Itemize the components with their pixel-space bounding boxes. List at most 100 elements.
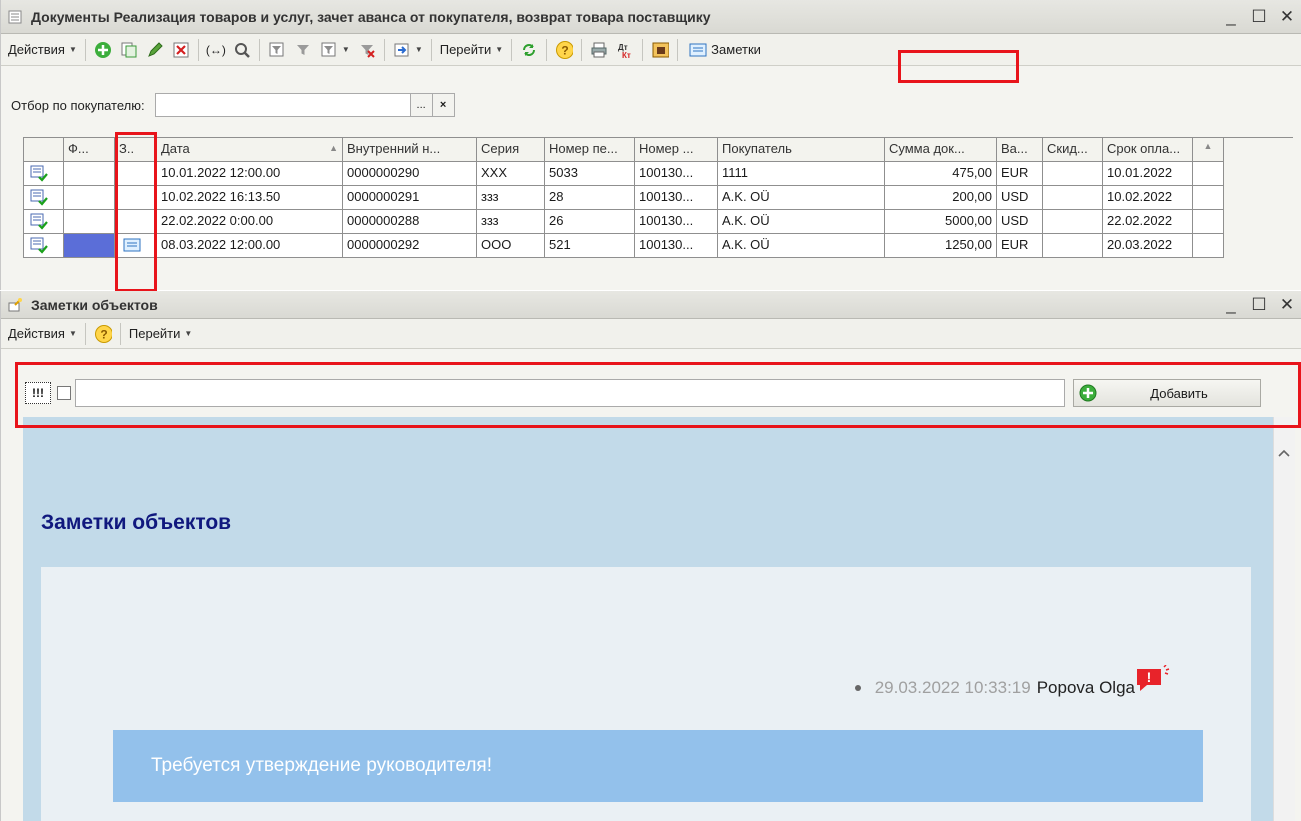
cell-disc (1043, 186, 1103, 210)
flag-cell[interactable] (64, 234, 115, 258)
cell-num1: 521 (545, 234, 635, 258)
buyer-filter: Отбор по покупателю: ... × (11, 92, 455, 118)
filter-value-icon[interactable] (265, 40, 289, 60)
column-header[interactable]: Внутренний н... (343, 138, 477, 162)
scrollbar-track[interactable] (1193, 186, 1224, 210)
column-header[interactable]: Дата ▲ (157, 138, 343, 162)
table-row[interactable]: 10.02.2022 16:13.50 0000000291 ззз 28 100130… (24, 186, 1293, 210)
scrollbar-track[interactable] (1193, 210, 1224, 234)
important-checkbox[interactable] (57, 386, 71, 400)
table-row[interactable]: 08.03.2022 12:00.00 0000000292 OOO 521 10013… (24, 234, 1293, 258)
note-cell[interactable] (115, 210, 157, 234)
flag-cell[interactable] (64, 186, 115, 210)
toolbar-separator (511, 38, 513, 61)
debit-credit-icon[interactable]: Дт Кт (613, 40, 637, 60)
buyer-filter-label: Отбор по покупателю: (11, 97, 145, 113)
note-text-input[interactable] (75, 379, 1065, 407)
structure-icon[interactable] (648, 40, 672, 60)
cell-num1: 28 (545, 186, 635, 210)
toolbar-separator (84, 38, 86, 61)
column-header[interactable]: Ва... (997, 138, 1043, 162)
toolbar-separator (383, 38, 385, 61)
clear-filter-icon[interactable] (355, 40, 379, 60)
documents-toolbar: Действия ▼ (↔) ▼ ▼ Перейти ▼ ? Дт Кт Заметк… (1, 34, 1301, 66)
notes-actions-menu[interactable]: Действия ▼ (5, 321, 80, 347)
column-header[interactable]: Покупатель (718, 138, 885, 162)
note-message: Требуется утверждение руководителя! (113, 730, 1203, 802)
minimize-icon[interactable]: _ (1223, 7, 1239, 27)
scrollbar-track[interactable] (1193, 234, 1224, 258)
print-icon[interactable] (587, 40, 611, 60)
documents-window-title: Документы Реализация товаров и услуг, за… (31, 8, 711, 25)
column-header[interactable]: Ф... (64, 138, 115, 162)
note-cell[interactable] (115, 186, 157, 210)
object-notes-window: Заметки объектов _ ☐ ✕ Действия ▼ ? Перей… (0, 291, 1301, 821)
toolbar-separator (197, 38, 199, 61)
close-icon[interactable]: ✕ (1279, 295, 1295, 315)
column-header[interactable]: Номер ... (635, 138, 718, 162)
cell-date: 10.01.2022 12:00.00 (157, 162, 343, 186)
table-row[interactable]: 22.02.2022 0:00.00 0000000288 ззз 26 100130.… (24, 210, 1293, 234)
scroll-up-icon[interactable]: ▲ (1193, 138, 1224, 162)
buyer-filter-select-button[interactable]: ... (410, 93, 433, 117)
cell-due: 22.02.2022 (1103, 210, 1193, 234)
note-icon (123, 238, 141, 252)
add-note-button[interactable]: Добавить (1073, 379, 1261, 407)
maximize-icon[interactable]: ☐ (1251, 7, 1267, 27)
scroll-up-icon[interactable] (1274, 443, 1294, 463)
search-icon[interactable] (230, 40, 254, 60)
cell-series: OOO (477, 234, 545, 258)
copy-icon[interactable] (117, 40, 141, 60)
edit-icon[interactable] (143, 40, 167, 60)
filter-settings-menu[interactable]: ▼ (317, 37, 353, 63)
cell-cur: USD (997, 186, 1043, 210)
notes-goto-menu-label: Перейти (128, 326, 181, 341)
flag-cell[interactable] (64, 210, 115, 234)
chevron-down-icon: ▼ (495, 45, 504, 54)
sort-ascending-icon: ▲ (329, 143, 338, 153)
buyer-filter-clear-button[interactable]: × (432, 93, 455, 117)
close-icon[interactable]: ✕ (1279, 7, 1295, 27)
refresh-icon[interactable] (517, 40, 541, 60)
create-based-on-menu[interactable]: ▼ (390, 37, 426, 63)
notes-goto-menu[interactable]: Перейти ▼ (126, 321, 195, 347)
goto-menu[interactable]: Перейти ▼ (437, 37, 506, 63)
scrollbar-track[interactable] (1193, 162, 1224, 186)
column-header[interactable]: Сумма док... (885, 138, 997, 162)
toolbar-separator (258, 38, 260, 61)
toolbar-separator (677, 38, 679, 61)
add-icon (1079, 384, 1097, 402)
important-note-icon: ! (1137, 665, 1170, 691)
notes-button[interactable]: Заметки (683, 37, 767, 63)
column-header[interactable]: Номер пе... (545, 138, 635, 162)
chevron-down-icon: ▼ (341, 45, 350, 54)
notes-scrollbar[interactable] (1273, 417, 1295, 821)
actions-menu[interactable]: Действия ▼ (5, 37, 80, 63)
flag-cell[interactable] (64, 162, 115, 186)
note-cell[interactable] (115, 234, 157, 258)
priority-toggle[interactable]: !!! (25, 382, 51, 404)
cell-sum: 200,00 (885, 186, 997, 210)
cell-internal: 0000000292 (343, 234, 477, 258)
note-cell[interactable] (115, 162, 157, 186)
cell-sum: 475,00 (885, 162, 997, 186)
filter-icon[interactable] (291, 40, 315, 60)
help-icon[interactable]: ? (552, 40, 576, 60)
object-notes-window-title: Заметки объектов (31, 296, 158, 313)
column-header[interactable]: Срок опла... (1103, 138, 1193, 162)
add-note-bar: !!! Добавить (23, 379, 1295, 407)
cell-num1: 5033 (545, 162, 635, 186)
cell-cur: EUR (997, 234, 1043, 258)
delete-icon[interactable] (169, 40, 193, 60)
interval-icon[interactable]: (↔) (204, 40, 228, 60)
add-icon[interactable] (91, 40, 115, 60)
note-date: 29.03.2022 10:33:19 (874, 678, 1031, 697)
help-icon[interactable]: ? (91, 324, 115, 344)
maximize-icon[interactable]: ☐ (1251, 295, 1267, 315)
buyer-filter-input[interactable] (154, 93, 411, 117)
table-row[interactable]: 10.01.2022 12:00.00 0000000290 XXX 5033 1001… (24, 162, 1293, 186)
column-header[interactable]: Серия (477, 138, 545, 162)
minimize-icon[interactable]: _ (1223, 295, 1239, 315)
column-header[interactable]: Скид... (1043, 138, 1103, 162)
column-header[interactable]: З.. (115, 138, 157, 162)
